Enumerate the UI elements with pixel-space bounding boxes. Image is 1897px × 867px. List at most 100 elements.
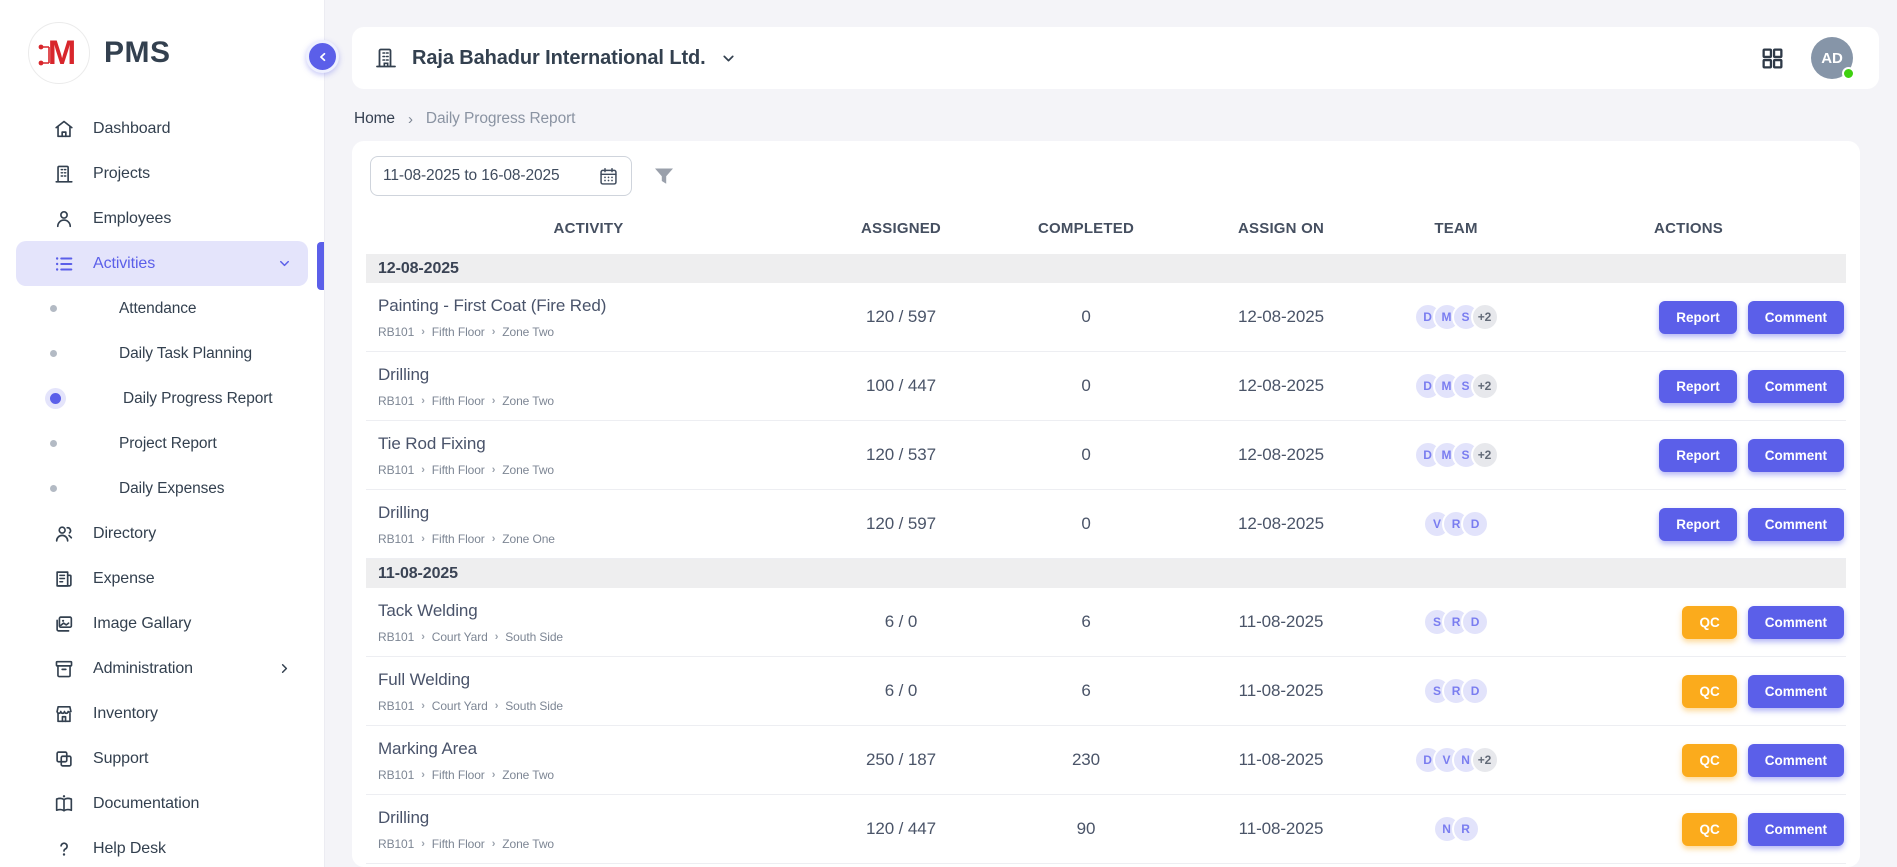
apps-grid-button[interactable] — [1760, 46, 1785, 71]
activity-location-path: RB101›Fifth Floor›Zone Two — [378, 837, 811, 851]
team-more-chip[interactable]: +2 — [1471, 441, 1499, 469]
sidebar-item-label: Daily Expenses — [87, 480, 224, 498]
qc-button[interactable]: QC — [1682, 675, 1736, 708]
chevron-right-icon: › — [492, 395, 496, 407]
sidebar-item-inventory[interactable]: Inventory — [16, 691, 308, 736]
sidebar-item-projects[interactable]: Projects — [16, 151, 308, 196]
team-cell: DMS+2 — [1381, 303, 1531, 331]
sidebar-item-label: Daily Task Planning — [87, 345, 252, 363]
activity-cell: Full Welding RB101›Court Yard›South Side — [366, 670, 811, 713]
path-segment: Fifth Floor — [432, 463, 485, 477]
building-icon — [52, 162, 76, 186]
date-range-input[interactable]: 11-08-2025 to 16-08-2025 — [370, 156, 632, 196]
sidebar-item-help-desk[interactable]: Help Desk — [16, 826, 308, 867]
sidebar-item-attendance[interactable]: Attendance — [0, 286, 324, 331]
activity-title: Marking Area — [378, 739, 811, 759]
actions-cell: QC Comment — [1531, 606, 1846, 639]
comment-button[interactable]: Comment — [1748, 675, 1844, 708]
chevron-right-icon: › — [421, 326, 425, 338]
team-member-chip[interactable]: D — [1461, 608, 1489, 636]
team-more-chip[interactable]: +2 — [1471, 746, 1499, 774]
report-button[interactable]: Report — [1659, 370, 1737, 403]
store-icon — [52, 702, 76, 726]
sidebar-item-daily-expenses[interactable]: Daily Expenses — [0, 466, 324, 511]
sidebar-item-employees[interactable]: Employees — [16, 196, 308, 241]
assign-on-date: 12-08-2025 — [1181, 445, 1381, 465]
bullet-icon — [50, 393, 61, 404]
team-cell: SRD — [1381, 677, 1531, 705]
activity-title: Drilling — [378, 503, 811, 523]
logo[interactable]: M PMS — [0, 0, 324, 98]
report-button[interactable]: Report — [1659, 508, 1737, 541]
team-member-chip[interactable]: D — [1461, 677, 1489, 705]
user-menu-button[interactable]: AD — [1811, 37, 1853, 79]
team-member-chip[interactable]: R — [1452, 815, 1480, 843]
comment-button[interactable]: Comment — [1748, 301, 1844, 334]
path-segment: Fifth Floor — [432, 394, 485, 408]
path-segment: Court Yard — [432, 630, 488, 644]
team-cell: DMS+2 — [1381, 441, 1531, 469]
comment-button[interactable]: Comment — [1748, 606, 1844, 639]
comment-button[interactable]: Comment — [1748, 744, 1844, 777]
chevron-right-icon: › — [492, 464, 496, 476]
assign-on-date: 11-08-2025 — [1181, 612, 1381, 632]
column-header-completed: COMPLETED — [991, 220, 1181, 237]
bullet-icon — [50, 440, 57, 447]
column-header-activity: ACTIVITY — [366, 220, 811, 237]
comment-button[interactable]: Comment — [1748, 439, 1844, 472]
directory-icon — [52, 522, 76, 546]
chevron-right-icon: › — [492, 838, 496, 850]
path-segment: Zone Two — [502, 837, 554, 851]
sidebar-item-administration[interactable]: Administration — [16, 646, 308, 691]
sidebar-item-support[interactable]: Support — [16, 736, 308, 781]
column-header-team: TEAM — [1381, 220, 1531, 237]
team-avatars: SRD — [1423, 608, 1489, 636]
sidebar-item-label: Activities — [93, 255, 155, 273]
activity-cell: Drilling RB101›Fifth Floor›Zone Two — [366, 365, 811, 408]
completed-value: 230 — [991, 750, 1181, 770]
table-header: ACTIVITYASSIGNEDCOMPLETEDASSIGN ONTEAMAC… — [366, 202, 1846, 254]
sidebar-item-daily-task-planning[interactable]: Daily Task Planning — [0, 331, 324, 376]
question-icon — [52, 837, 76, 861]
team-more-chip[interactable]: +2 — [1471, 303, 1499, 331]
sidebar-item-daily-progress-report[interactable]: Daily Progress Report — [0, 376, 324, 421]
path-segment: Zone Two — [502, 394, 554, 408]
report-button[interactable]: Report — [1659, 439, 1737, 472]
chevron-right-icon: › — [421, 838, 425, 850]
sidebar-collapse-button[interactable] — [306, 40, 339, 73]
team-member-chip[interactable]: D — [1461, 510, 1489, 538]
sidebar-item-directory[interactable]: Directory — [16, 511, 308, 556]
sidebar-item-image-gallary[interactable]: Image Gallary — [16, 601, 308, 646]
table-body: 12-08-2025 Painting - First Coat (Fire R… — [366, 254, 1846, 864]
qc-button[interactable]: QC — [1682, 606, 1736, 639]
column-header-actions: ACTIONS — [1531, 220, 1846, 237]
breadcrumb-home-link[interactable]: Home — [354, 110, 395, 128]
chevron-right-icon: › — [408, 111, 413, 128]
chevron-right-icon: › — [421, 395, 425, 407]
qc-button[interactable]: QC — [1682, 813, 1736, 846]
comment-button[interactable]: Comment — [1748, 370, 1844, 403]
logo-mark-icon: M — [28, 22, 90, 84]
team-more-chip[interactable]: +2 — [1471, 372, 1499, 400]
path-segment: Zone Two — [502, 463, 554, 477]
sidebar-item-label: Directory — [93, 525, 156, 543]
online-status-dot — [1842, 67, 1855, 80]
path-segment: RB101 — [378, 837, 414, 851]
sidebar-item-activities[interactable]: Activities — [16, 241, 308, 286]
sidebar-item-documentation[interactable]: Documentation — [16, 781, 308, 826]
table-row: Tie Rod Fixing RB101›Fifth Floor›Zone Tw… — [366, 421, 1846, 490]
path-segment: RB101 — [378, 699, 414, 713]
completed-value: 6 — [991, 612, 1181, 632]
assigned-value: 6 / 0 — [811, 612, 991, 632]
sidebar-item-dashboard[interactable]: Dashboard — [16, 106, 308, 151]
qc-button[interactable]: QC — [1682, 744, 1736, 777]
sidebar-item-expense[interactable]: Expense — [16, 556, 308, 601]
filter-button[interactable] — [652, 164, 676, 188]
comment-button[interactable]: Comment — [1748, 813, 1844, 846]
sidebar-item-project-report[interactable]: Project Report — [0, 421, 324, 466]
table-row: Drilling RB101›Fifth Floor›Zone Two 100 … — [366, 352, 1846, 421]
company-selector[interactable]: Raja Bahadur International Ltd. — [374, 46, 737, 70]
report-button[interactable]: Report — [1659, 301, 1737, 334]
actions-cell: QC Comment — [1531, 675, 1846, 708]
comment-button[interactable]: Comment — [1748, 508, 1844, 541]
